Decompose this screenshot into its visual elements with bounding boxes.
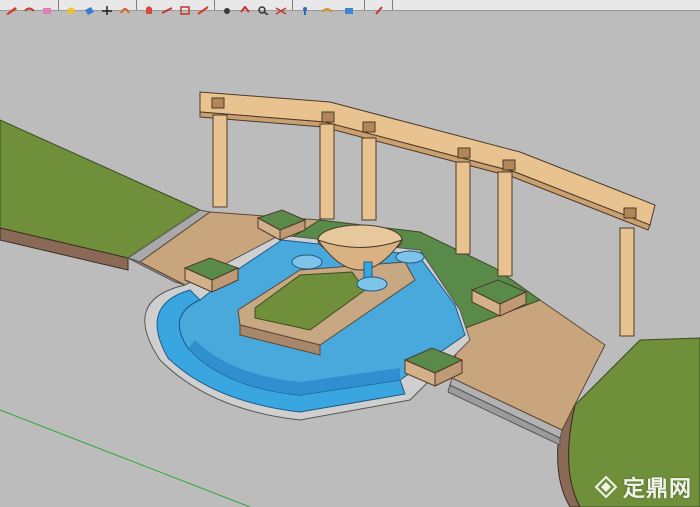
small-basin-right — [395, 250, 425, 264]
toolbar-separator — [214, 0, 215, 10]
pan-icon[interactable] — [238, 0, 252, 13]
walk-icon[interactable] — [372, 0, 386, 15]
undo-icon[interactable] — [22, 0, 36, 12]
tape-measure-icon[interactable] — [64, 0, 78, 15]
toolbar-separator — [364, 0, 365, 10]
paint-bucket-icon[interactable] — [82, 0, 96, 15]
watermark: 定鼎网 — [594, 471, 692, 503]
toolbar-separator — [292, 0, 293, 10]
pencil-icon[interactable] — [4, 0, 18, 15]
watermark-text: 定鼎网 — [622, 477, 692, 502]
zoom-extents-icon[interactable] — [274, 0, 288, 15]
walk-icon[interactable] — [298, 0, 312, 15]
fountain-stem — [363, 261, 373, 279]
zoom-icon[interactable] — [256, 0, 270, 16]
walk-icon[interactable] — [342, 0, 356, 14]
orbit-icon[interactable] — [220, 0, 234, 14]
watermark-logo-icon — [594, 475, 618, 499]
model-scene[interactable] — [0, 10, 700, 507]
offset-icon[interactable] — [196, 0, 210, 15]
small-basin-left — [291, 254, 323, 270]
follow-me-icon[interactable] — [160, 0, 174, 14]
toolbar-separator — [58, 0, 59, 10]
scale-icon[interactable] — [178, 0, 192, 15]
eraser-icon[interactable] — [40, 0, 54, 14]
3d-viewport[interactable] — [0, 10, 700, 507]
small-basin-front — [356, 276, 388, 292]
toolbar-separator — [392, 0, 393, 10]
toolbar-separator — [136, 0, 137, 10]
green-axis — [0, 409, 251, 507]
walk-icon[interactable] — [320, 0, 334, 13]
rotate-icon[interactable] — [118, 0, 132, 14]
move-icon[interactable] — [100, 0, 114, 15]
push-pull-icon[interactable] — [142, 0, 156, 14]
